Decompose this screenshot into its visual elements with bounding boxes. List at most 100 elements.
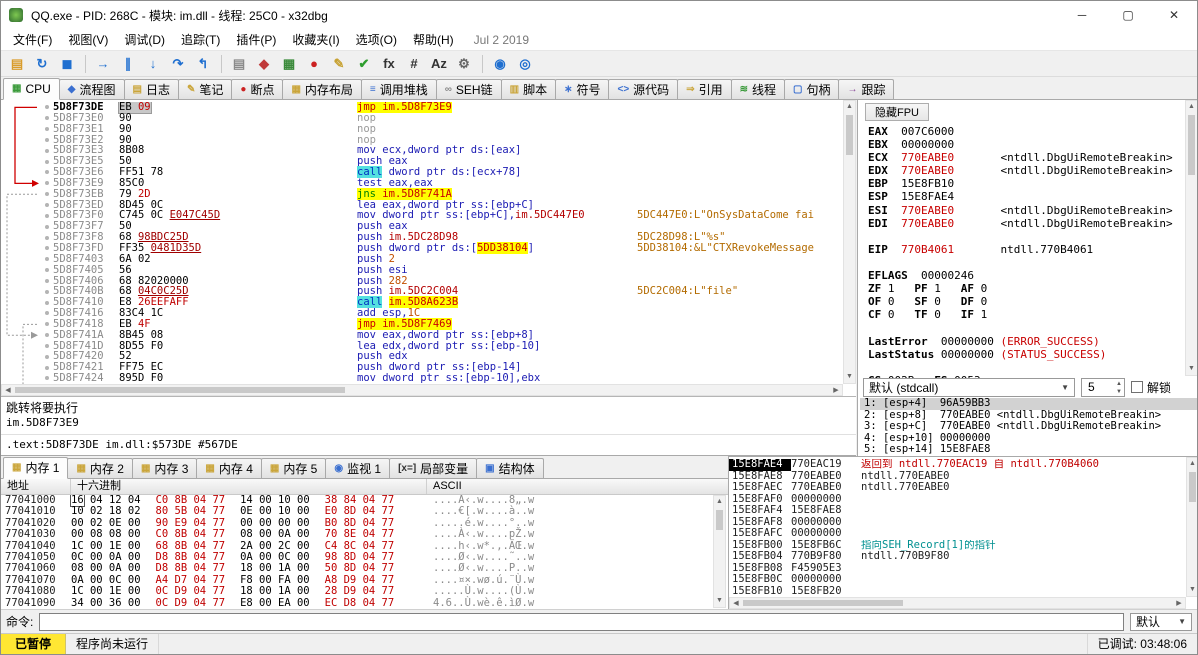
scroll-up-icon[interactable]: ▲ <box>844 101 855 113</box>
tab-memory-3[interactable]: ▦内存 3 <box>132 458 197 478</box>
register-row[interactable]: EDX 770EABE0 <ntdll.DbgUiRemoteBreakin> <box>868 164 1183 177</box>
tab-struct[interactable]: ▣结构体 <box>476 458 543 478</box>
disassembly-panel[interactable]: 5D8F73DEEB 09jmp im.5D8F73E95D8F73E090no… <box>1 100 856 396</box>
register-row[interactable] <box>868 321 1183 334</box>
breakpoint-dot[interactable] <box>45 214 49 218</box>
breakpoint-dot[interactable] <box>45 279 49 283</box>
menu-view[interactable]: 视图(V) <box>60 33 116 47</box>
tab-references[interactable]: ⇒引用 <box>677 79 731 99</box>
register-row[interactable]: ESI 770EABE0 <ntdll.DbgUiRemoteBreakin> <box>868 204 1183 217</box>
tab-graph[interactable]: ◆流程图 <box>59 79 125 99</box>
stop-button[interactable]: ◼ <box>55 53 79 75</box>
breakpoint-dot[interactable] <box>45 268 49 272</box>
register-row[interactable]: EAX 007C6000 <box>868 125 1183 138</box>
tab-source[interactable]: <>源代码 <box>608 79 678 99</box>
stack-arg-row[interactable]: 1: [esp+4] 96A59BB3 <box>860 398 1197 410</box>
tab-script[interactable]: ▥脚本 <box>501 79 556 99</box>
stack-hscrollbar[interactable]: ◀ ▶ <box>729 597 1186 609</box>
scroll-down-icon[interactable]: ▼ <box>844 371 855 383</box>
memory-row[interactable]: 7704109034 00 36 000C D9 04 77E8 00 EA 0… <box>1 598 714 609</box>
stack-row[interactable]: 15E8FB1015E8FB20 <box>729 586 1185 598</box>
scroll-left-icon[interactable]: ◀ <box>730 598 742 608</box>
command-profile-select[interactable]: 默认 ▼ <box>1130 613 1192 631</box>
memory-scrollbar[interactable]: ▲ ▼ <box>713 495 726 608</box>
scroll-up-icon[interactable]: ▲ <box>714 496 725 508</box>
strings-button[interactable]: Az <box>427 53 451 75</box>
stack-row[interactable]: 15E8FB04770B9F80ntdll.770B9F80 <box>729 551 1185 563</box>
functions-button[interactable]: fx <box>377 53 401 75</box>
scroll-thumb[interactable] <box>743 600 903 606</box>
stack-row[interactable]: 15E8FAF415E8FAE8 <box>729 505 1185 517</box>
register-row[interactable]: LastStatus 00000000 (STATUS_SUCCESS) <box>868 348 1183 361</box>
scroll-left-icon[interactable]: ◀ <box>2 385 14 395</box>
disasm-hscrollbar[interactable]: ◀ ▶ <box>1 384 843 396</box>
breakpoint-dot[interactable] <box>45 257 49 261</box>
search-button[interactable]: ◎ <box>513 53 537 75</box>
labels-button[interactable]: # <box>402 53 426 75</box>
scroll-thumb[interactable] <box>716 510 723 530</box>
breakpoint-dot[interactable] <box>45 225 49 229</box>
run-until-return-button[interactable]: ↰ <box>191 53 215 75</box>
stack-row[interactable]: 15E8FB0C00000000 <box>729 574 1185 586</box>
breakpoint-dot[interactable] <box>45 192 49 196</box>
register-row[interactable]: OF 0 SF 0 DF 0 <box>868 295 1183 308</box>
arg-count-spinner[interactable]: 5 ▲▼ <box>1081 378 1125 397</box>
memory-row[interactable]: 7704103000 08 08 00C0 8B 04 7708 00 0A 0… <box>1 529 714 540</box>
tab-memory-2[interactable]: ▦内存 2 <box>67 458 132 478</box>
stack-panel[interactable]: 15E8FAE4770EAC19返回到 ntdll.770EAC19 自 ntd… <box>728 456 1198 609</box>
breakpoint-dot[interactable] <box>45 290 49 294</box>
tab-locals[interactable]: [x=]局部变量 <box>389 458 477 478</box>
menu-debug[interactable]: 调试(D) <box>116 33 173 47</box>
open-file-button[interactable]: ▤ <box>5 53 29 75</box>
stack-row[interactable]: 15E8FAEC770EABE0ntdll.770EABE0 <box>729 482 1185 494</box>
stack-arg-row[interactable]: 5: [esp+14] 15E8FAE8 <box>860 444 1197 456</box>
minimize-button[interactable]: ─ <box>1059 1 1105 29</box>
tab-trace[interactable]: →跟踪 <box>838 79 894 99</box>
tab-notes[interactable]: ✎笔记 <box>178 79 232 99</box>
breakpoint-dot[interactable] <box>45 246 49 250</box>
step-into-button[interactable]: ↓ <box>141 53 165 75</box>
register-row[interactable]: EFLAGS 00000246 <box>868 269 1183 282</box>
register-row[interactable]: ESP 15E8FAE4 <box>868 190 1183 203</box>
breakpoint-dot[interactable] <box>45 138 49 142</box>
registers-scrollbar[interactable]: ▲ ▼ <box>1185 100 1198 376</box>
hide-fpu-button[interactable]: 隐藏FPU <box>865 103 929 121</box>
menu-trace[interactable]: 追踪(T) <box>173 33 228 47</box>
spinner-arrows-icon[interactable]: ▲▼ <box>1116 380 1122 396</box>
graph-button[interactable]: ◆ <box>252 53 276 75</box>
help-button[interactable]: ◉ <box>488 53 512 75</box>
run-button[interactable]: → <box>91 53 115 75</box>
memory-map-button[interactable]: ▦ <box>277 53 301 75</box>
breakpoint-dot[interactable] <box>45 160 49 164</box>
pause-button[interactable]: ∥ <box>116 53 140 75</box>
tab-memory-5[interactable]: ▦内存 5 <box>261 458 326 478</box>
menu-help[interactable]: 帮助(H) <box>405 33 462 47</box>
calling-convention-select[interactable]: 默认 (stdcall) ▼ <box>863 378 1075 397</box>
tab-memory-4[interactable]: ▦内存 4 <box>196 458 261 478</box>
breakpoint-dot[interactable] <box>45 311 49 315</box>
register-row[interactable]: EDI 770EABE0 <ntdll.DbgUiRemoteBreakin> <box>868 217 1183 230</box>
breakpoint-dot[interactable] <box>45 105 49 109</box>
scroll-thumb[interactable] <box>846 115 853 155</box>
step-over-button[interactable]: ↷ <box>166 53 190 75</box>
register-row[interactable]: CF 0 TF 0 IF 1 <box>868 308 1183 321</box>
breakpoint-dot[interactable] <box>45 355 49 359</box>
unlock-checkbox[interactable]: 解锁 <box>1131 379 1171 396</box>
breakpoint-dot[interactable] <box>45 181 49 185</box>
breakpoint-dot[interactable] <box>45 149 49 153</box>
scroll-down-icon[interactable]: ▼ <box>1187 584 1198 596</box>
settings-button[interactable]: ⚙ <box>452 53 476 75</box>
registers-panel[interactable]: 隐藏FPU EAX 007C6000EBX 00000000ECX 770EAB… <box>857 100 1198 456</box>
log-button[interactable]: ▤ <box>227 53 251 75</box>
scroll-up-icon[interactable]: ▲ <box>1186 101 1197 113</box>
stack-vscrollbar[interactable]: ▲ ▼ <box>1186 457 1198 597</box>
command-input[interactable] <box>39 613 1124 631</box>
breakpoint-dot[interactable] <box>45 127 49 131</box>
register-row[interactable]: EBP 15E8FB10 <box>868 177 1183 190</box>
register-row[interactable] <box>868 361 1183 374</box>
memory-dump-panel[interactable]: 地址 十六进制 ASCII 7704100016 04 12 04C0 8B 0… <box>1 479 728 609</box>
tab-breakpoints[interactable]: ●断点 <box>231 79 283 99</box>
disasm-row[interactable]: 5D8F7424895D F0mov dword ptr ss:[ebp-10]… <box>1 373 844 384</box>
breakpoint-dot[interactable] <box>45 322 49 326</box>
breakpoints-button[interactable]: ● <box>302 53 326 75</box>
